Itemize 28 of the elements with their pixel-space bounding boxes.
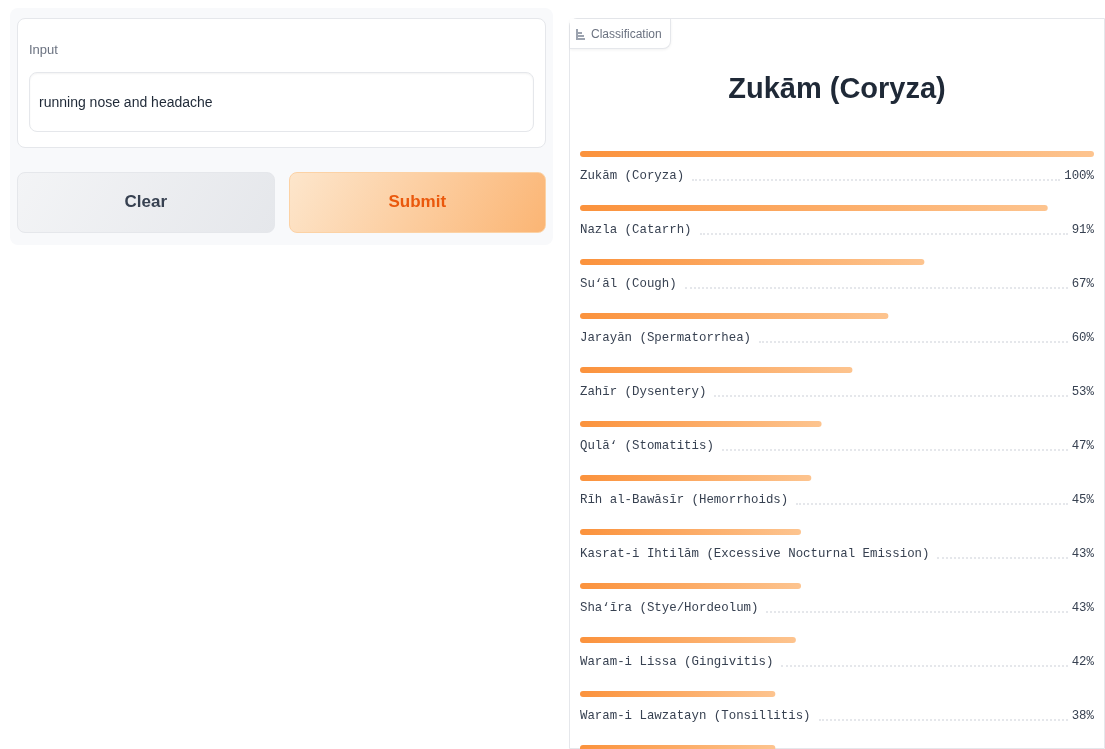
top-prediction: Zukām (Coryza): [727, 71, 947, 106]
chart-icon: [576, 28, 585, 40]
class-label: Kasrat-i Ihtilām (Excessive Nocturnal Emission): [580, 545, 930, 563]
confidence-value: 67%: [1071, 275, 1094, 293]
confidence-value: 43%: [1071, 545, 1094, 563]
input-label: Input: [29, 41, 58, 59]
confidence-value: 42%: [1071, 653, 1094, 671]
class-label: Su‘āl (Cough): [580, 275, 677, 293]
confidence-value: 45%: [1071, 491, 1094, 509]
class-label: Zukām (Coryza): [580, 167, 685, 185]
class-label: Sha‘īra (Stye/Hordeolum): [580, 599, 759, 617]
confidence-value: 47%: [1071, 437, 1094, 455]
confidence-value: 43%: [1071, 599, 1094, 617]
class-label: Waram-i Lissa (Gingivitis): [580, 653, 774, 671]
clear-button[interactable]: Clear: [17, 171, 275, 233]
confidence-value: 60%: [1071, 329, 1094, 347]
class-label: Zahīr (Dysentery): [580, 383, 707, 401]
tab-label: Classification: [591, 26, 662, 43]
confidence-value: 38%: [1071, 707, 1094, 725]
confidence-value: 53%: [1071, 383, 1094, 401]
class-label: Qulā‘ (Stomatitis): [580, 437, 714, 455]
class-label: Waram-i Lawzatayn (Tonsillitis): [580, 707, 811, 725]
confidence-value: 100%: [1064, 167, 1094, 185]
class-label: Nazla (Catarrh): [580, 221, 692, 239]
input-field[interactable]: running nose and headache: [29, 71, 534, 132]
class-label: Rīh al-Bawāsīr (Hemorrhoids): [580, 491, 789, 509]
confidence-value: 91%: [1071, 221, 1094, 239]
class-label: Jarayān (Spermatorrhea): [580, 329, 752, 347]
